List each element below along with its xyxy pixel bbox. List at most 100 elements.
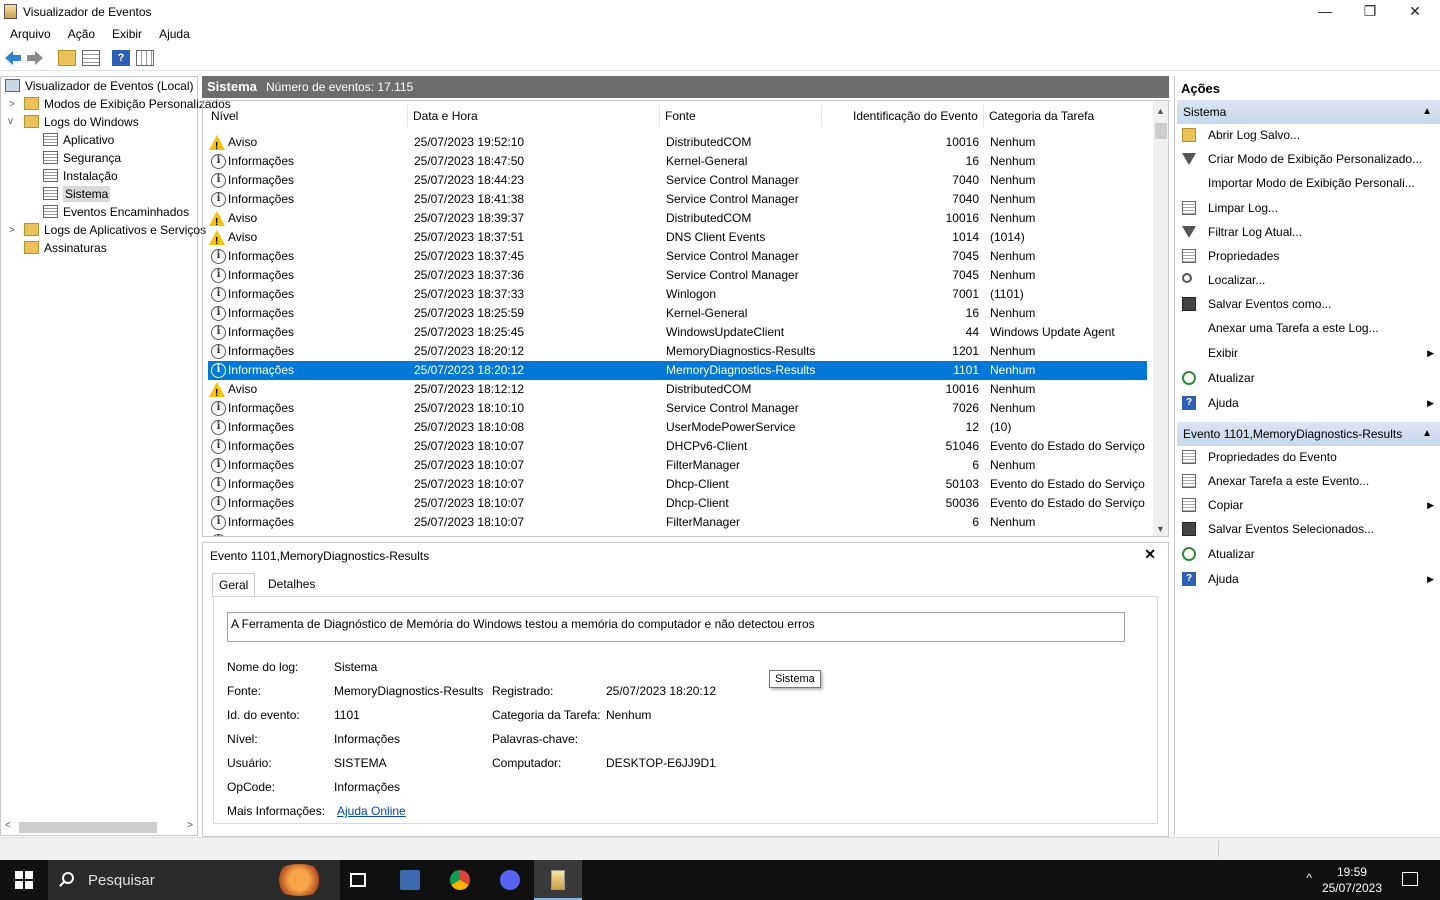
event-list-vertical-scrollbar[interactable]: ▲ ▼ <box>1153 101 1168 536</box>
action-item[interactable]: Copiar ▶ <box>1181 495 1436 515</box>
action-item[interactable]: Filtrar Log Atual... <box>1181 222 1436 242</box>
event-row[interactable]: i Informações 25/07/2023 18:20:12 MemoryDia… <box>208 361 1147 380</box>
scroll-left-icon[interactable]: < <box>5 820 11 831</box>
menu-exibir[interactable]: Exibir <box>102 24 149 41</box>
event-row[interactable]: i Informações 25/07/2023 18:25:45 WindowsUp… <box>208 323 1147 342</box>
event-row[interactable]: i Informações 25/07/2023 18:47:50 Kernel-Ge… <box>208 152 1147 171</box>
expand-chevron-icon[interactable]: > <box>9 99 15 110</box>
event-row[interactable]: i Informações 25/07/2023 18:20:12 MemoryDia… <box>208 342 1147 361</box>
actions-section-system[interactable]: Sistema ▲ <box>1177 100 1440 124</box>
action-item[interactable]: ? Ajuda ▶ <box>1181 569 1436 589</box>
action-item[interactable]: Propriedades <box>1181 246 1436 266</box>
action-item[interactable]: Atualizar <box>1181 368 1436 388</box>
collapse-caret-icon[interactable]: ▲ <box>1422 100 1432 124</box>
menu-ajuda[interactable]: Ajuda <box>149 24 197 41</box>
scroll-up-icon[interactable]: ▲ <box>1156 106 1165 116</box>
column-header-level[interactable]: Nível <box>211 109 238 123</box>
tree-node-application[interactable]: Aplicativo <box>43 131 114 149</box>
event-row[interactable]: Aviso 25/07/2023 18:37:51 DNS Client Event… <box>208 228 1147 251</box>
tab-general[interactable]: Geral <box>212 573 256 597</box>
tree-node-forwarded-events[interactable]: Eventos Encaminhados <box>43 203 189 221</box>
event-row[interactable]: i Informações 25/07/2023 18:10:10 Service C… <box>208 399 1147 418</box>
event-row[interactable]: iInformações 25/07/2023 18:10:07 FilterMan… <box>208 513 1147 532</box>
action-item[interactable]: Criar Modo de Exibição Personalizado... <box>1181 149 1436 169</box>
action-item[interactable]: Salvar Eventos como... <box>1181 294 1436 314</box>
action-item[interactable]: ? Ajuda ▶ <box>1181 393 1436 413</box>
forward-arrow-icon[interactable] <box>26 50 44 66</box>
show-hide-tree-icon[interactable] <box>82 50 100 66</box>
event-row[interactable]: i Informações 25/07/2023 18:25:59 Kernel-Ge… <box>208 304 1147 323</box>
folder-up-icon[interactable] <box>58 50 76 66</box>
menu-acao[interactable]: Ação <box>58 24 102 41</box>
column-separator[interactable] <box>983 105 984 127</box>
close-detail-icon[interactable]: ✕ <box>1144 546 1156 563</box>
action-item[interactable]: Anexar Tarefa a este Evento... <box>1181 471 1436 491</box>
close-window-button[interactable]: ✕ <box>1392 0 1438 24</box>
scroll-down-icon[interactable]: ▼ <box>1156 524 1165 534</box>
expand-chevron-icon[interactable]: > <box>9 225 15 236</box>
tree-node-system[interactable]: Sistema <box>43 185 111 203</box>
event-row[interactable]: i Informações 25/07/2023 18:44:23 Service C… <box>208 171 1147 190</box>
event-row[interactable]: i Informações 25/07/2023 18:10:07 Dhcp-Clie… <box>208 475 1147 494</box>
event-row[interactable]: iInformações 25/07/2023 18:10:07 FilterMan… <box>208 532 1147 536</box>
action-item[interactable]: Salvar Eventos Selecionados... <box>1181 519 1436 539</box>
taskbar-clock[interactable]: 19:59 25/07/2023 <box>1322 864 1382 896</box>
column-separator[interactable] <box>821 105 822 127</box>
tree-node-setup[interactable]: Instalação <box>43 167 118 185</box>
column-header-task-category[interactable]: Categoria da Tarefa <box>989 109 1094 123</box>
tree-node-root[interactable]: Visualizador de Eventos (Local) <box>5 77 194 95</box>
back-arrow-icon[interactable] <box>4 50 22 66</box>
action-item[interactable]: Localizar... <box>1181 270 1436 290</box>
collapse-caret-icon[interactable]: ▲ <box>1422 422 1432 446</box>
event-row[interactable]: i Informações 25/07/2023 18:10:08 UserModeP… <box>208 418 1147 437</box>
action-item[interactable]: Abrir Log Salvo... <box>1181 125 1436 145</box>
event-row[interactable]: i Informações 25/07/2023 18:37:33 Winlogon 7… <box>208 285 1147 304</box>
scroll-thumb[interactable] <box>1155 123 1167 139</box>
windows-start-icon[interactable] <box>15 871 33 889</box>
column-separator[interactable] <box>659 105 660 127</box>
taskbar-discord[interactable] <box>486 860 534 900</box>
taskbar-search-box[interactable]: Pesquisar <box>48 860 340 900</box>
event-row[interactable]: Aviso 25/07/2023 18:39:37 DistributedCOM 10… <box>208 209 1147 232</box>
action-item[interactable]: Importar Modo de Exibição Personali... <box>1181 173 1436 193</box>
tree-node-custom-views[interactable]: Modos de Exibição Personalizados <box>24 95 231 113</box>
action-item[interactable]: Limpar Log... <box>1181 198 1436 218</box>
actions-section-event[interactable]: Evento 1101,MemoryDiagnostics-Results ▲ <box>1177 422 1440 446</box>
column-header-source[interactable]: Fonte <box>665 109 696 123</box>
event-row[interactable]: i Informações 25/07/2023 18:10:07 DHCPv6-Cl… <box>208 437 1147 456</box>
tree-horizontal-scrollbar[interactable]: < > <box>3 819 195 835</box>
action-item[interactable]: Propriedades do Evento <box>1181 447 1436 467</box>
minimize-button[interactable]: — <box>1302 0 1348 24</box>
event-row[interactable]: Aviso 25/07/2023 18:12:12 DistributedCOM 10… <box>208 380 1147 403</box>
tree-node-subscriptions[interactable]: Assinaturas <box>24 239 107 257</box>
taskbar-chrome[interactable] <box>436 860 484 900</box>
event-row[interactable]: i Informações 25/07/2023 18:37:36 Service C… <box>208 266 1147 285</box>
maximize-button[interactable]: ❐ <box>1347 0 1393 24</box>
taskbar-event-viewer[interactable] <box>534 860 582 900</box>
scroll-right-icon[interactable]: > <box>187 820 193 831</box>
event-row[interactable]: iInformações 25/07/2023 18:10:07 FilterMan… <box>208 456 1147 475</box>
action-item[interactable]: Anexar uma Tarefa a este Log... <box>1181 318 1436 338</box>
action-item[interactable]: Exibir ▶ <box>1181 343 1436 363</box>
tray-expand-icon[interactable]: ^ <box>1306 871 1312 885</box>
show-hide-action-pane-icon[interactable] <box>136 50 154 66</box>
event-row[interactable]: i Informações 25/07/2023 18:41:38 Service C… <box>208 190 1147 209</box>
action-item[interactable]: Atualizar <box>1181 544 1436 564</box>
task-view-button[interactable] <box>336 860 384 900</box>
event-row[interactable]: i Informações 25/07/2023 18:10:07 Dhcp-Clie… <box>208 494 1147 513</box>
scroll-thumb[interactable] <box>19 822 157 833</box>
event-row[interactable]: i Informações 25/07/2023 18:37:45 Service C… <box>208 247 1147 266</box>
menu-arquivo[interactable]: Arquivo <box>0 24 58 41</box>
tree-node-security[interactable]: Segurança <box>43 149 121 167</box>
notification-center-icon[interactable] <box>1402 872 1418 886</box>
event-message[interactable]: A Ferramenta de Diagnóstico de Memória d… <box>227 612 1125 642</box>
online-help-link[interactable]: Ajuda Online <box>337 804 406 818</box>
collapse-chevron-icon[interactable]: v <box>8 116 13 127</box>
column-separator[interactable] <box>407 105 408 127</box>
taskbar-calculator[interactable] <box>386 860 434 900</box>
tree-node-app-services-logs[interactable]: Logs de Aplicativos e Serviços <box>24 221 206 239</box>
column-header-event-id[interactable]: Identificação do Evento <box>853 109 978 123</box>
tree-node-windows-logs[interactable]: Logs do Windows <box>24 113 139 131</box>
tab-details[interactable]: Detalhes <box>262 573 321 597</box>
column-header-datetime[interactable]: Data e Hora <box>413 109 478 123</box>
